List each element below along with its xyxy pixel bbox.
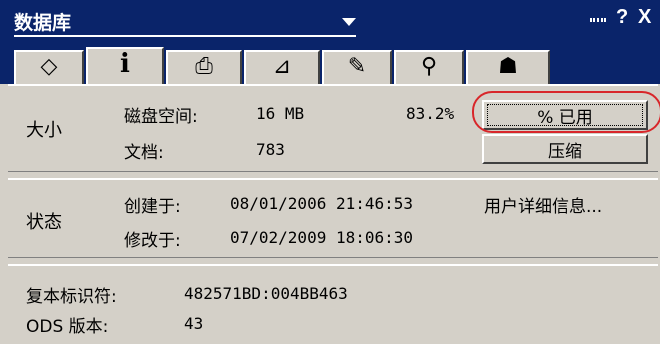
title-bar: 数据库 ? X xyxy=(0,0,660,42)
collapse-icon[interactable] xyxy=(590,18,606,22)
documents-label: 文档: xyxy=(124,143,164,163)
database-properties-window: 数据库 ? X ◇ i ⎙ ⊿ ✎ ⚲ ☗ 大小 磁盘空间: 16 MB 83.… xyxy=(0,0,660,344)
ods-version-label: ODS 版本: xyxy=(26,317,109,337)
percent-value: 83.2% xyxy=(406,104,455,123)
disk-properties-icon: ◇ xyxy=(40,54,58,79)
tab-launch[interactable]: ✎ xyxy=(322,50,392,84)
title-dropdown-underline xyxy=(14,35,356,37)
ods-version-value: 43 xyxy=(184,314,204,333)
documents-value: 783 xyxy=(256,140,285,159)
tab-fulltext[interactable]: ⚲ xyxy=(394,50,464,84)
tab-design[interactable]: ⊿ xyxy=(244,50,320,84)
replica-id-value: 482571BD:004BB463 xyxy=(184,284,348,303)
chevron-down-icon[interactable] xyxy=(342,18,356,26)
tab-strip: ◇ i ⎙ ⊿ ✎ ⚲ ☗ xyxy=(0,42,660,84)
tab-info[interactable]: i xyxy=(86,47,164,84)
users-icon: ☗ xyxy=(498,54,518,79)
tab-print[interactable]: ⎙ xyxy=(166,50,242,84)
pen-icon: ✎ xyxy=(347,54,367,79)
status-label: 状态 xyxy=(26,212,62,233)
created-label: 创建于: xyxy=(124,197,181,217)
search-icon: ⚲ xyxy=(420,54,438,79)
compact-label: 压缩 xyxy=(548,141,582,162)
close-icon[interactable]: X xyxy=(638,6,651,29)
user-details-button[interactable]: 用户详细信息... xyxy=(484,192,602,217)
created-value: 08/01/2006 21:46:53 xyxy=(230,194,414,213)
disk-space-label: 磁盘空间: xyxy=(124,107,198,127)
modified-value: 07/02/2009 18:06:30 xyxy=(230,228,414,247)
tab-basics[interactable]: ◇ xyxy=(14,50,84,84)
size-label: 大小 xyxy=(26,120,62,141)
replica-id-label: 复本标识符: xyxy=(26,287,117,307)
annotation-circle xyxy=(472,91,660,133)
window-title: 数据库 xyxy=(14,12,72,34)
modified-label: 修改于: xyxy=(124,231,181,251)
compact-button[interactable]: 压缩 xyxy=(482,134,648,164)
replica-section: 复本标识符: 482571BD:004BB463 ODS 版本: 43 xyxy=(8,264,658,344)
status-section: 状态 创建于: 08/01/2006 21:46:53 修改于: 07/02/2… xyxy=(8,178,658,258)
info-icon: i xyxy=(120,49,130,79)
printer-icon: ⎙ xyxy=(195,54,213,79)
help-icon[interactable]: ? xyxy=(616,6,628,29)
design-icon: ⊿ xyxy=(272,54,292,79)
tab-advanced[interactable]: ☗ xyxy=(466,50,550,84)
disk-space-value: 16 MB xyxy=(256,104,305,123)
